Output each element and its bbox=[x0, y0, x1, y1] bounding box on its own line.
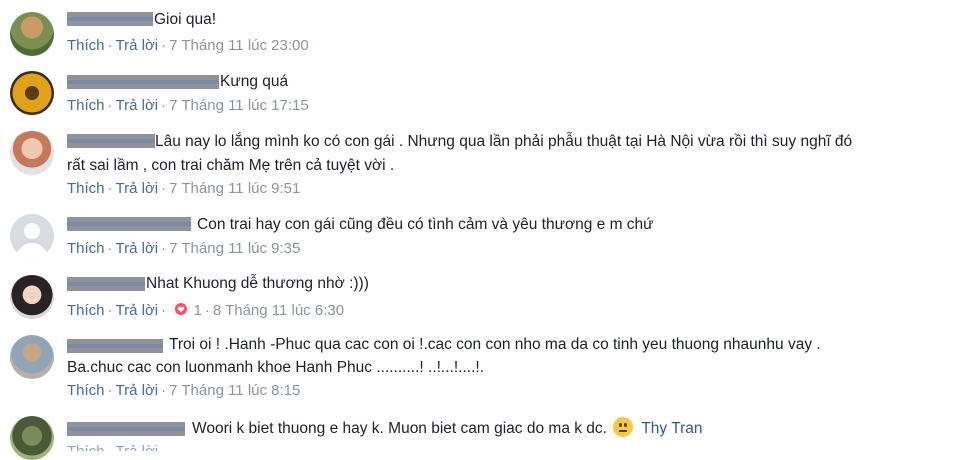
default-avatar-icon bbox=[16, 223, 48, 258]
avatar[interactable] bbox=[10, 214, 54, 258]
comment-text: rất sai lầm , con trai chăm Mẹ trên cả t… bbox=[67, 157, 395, 174]
comment-timestamp[interactable]: 7 Tháng 11 lúc 8:15 bbox=[169, 382, 300, 399]
like-link[interactable]: Thích bbox=[67, 37, 105, 54]
comment-text: Gioi qua! bbox=[154, 11, 217, 28]
reply-link[interactable]: Trả lời bbox=[116, 37, 159, 54]
like-link[interactable]: Thích bbox=[67, 180, 105, 197]
reply-link[interactable]: Trả lời bbox=[116, 240, 159, 257]
love-reaction-icon[interactable] bbox=[173, 301, 190, 317]
commenter-name[interactable] bbox=[67, 339, 163, 353]
tagged-user-link[interactable]: Thy Tran bbox=[641, 420, 702, 437]
like-link[interactable]: Thích bbox=[67, 443, 105, 451]
comment-text: Woori k biet thuong e hay k. Muon biet c… bbox=[192, 417, 703, 440]
comment-actions: Thích · Trả lời · 7 Tháng 11 lúc 23:00 bbox=[67, 37, 309, 54]
comment-timestamp[interactable]: 7 Tháng 11 lúc 17:15 bbox=[169, 97, 309, 114]
avatar[interactable] bbox=[10, 131, 54, 175]
comment-actions: Thích·Trả lời bbox=[67, 443, 158, 451]
avatar[interactable] bbox=[10, 71, 54, 115]
reply-link[interactable]: Trả lời bbox=[116, 382, 159, 399]
like-link[interactable]: Thích bbox=[67, 382, 105, 399]
comment-text: Ba.chuc cac con luonmanh khoe Hanh Phuc … bbox=[67, 359, 484, 376]
comment-text: Lâu nay lo lắng mình ko có con gái . Như… bbox=[155, 133, 853, 150]
avatar[interactable] bbox=[10, 275, 54, 319]
comment-timestamp[interactable]: 7 Tháng 11 lúc 9:51 bbox=[169, 180, 300, 197]
comment-actions: Thích · Trả lời · 7 Tháng 11 lúc 17:15 bbox=[67, 97, 309, 114]
reply-link[interactable]: Trả lời bbox=[116, 180, 159, 197]
like-link[interactable]: Thích bbox=[67, 97, 105, 114]
comment-actions: Thích · Trả lời · 7 Tháng 11 lúc 8:15 bbox=[67, 382, 301, 399]
avatar[interactable] bbox=[10, 335, 54, 379]
reply-link[interactable]: Trả lời bbox=[116, 97, 159, 114]
comment-body: Woori k biet thuong e hay k. Muon biet c… bbox=[192, 420, 607, 437]
commenter-name[interactable] bbox=[67, 12, 153, 26]
comment-text: Con trai hay con gái cũng đều có tình cả… bbox=[197, 216, 654, 233]
like-link[interactable]: Thích bbox=[67, 240, 105, 257]
comment-text: Kưng quá bbox=[220, 73, 289, 90]
like-link[interactable]: Thích bbox=[67, 302, 105, 319]
comment-actions: Thích · Trả lời · 7 Tháng 11 lúc 9:51 bbox=[67, 180, 301, 197]
reply-link[interactable]: Trả lời bbox=[116, 302, 159, 319]
commenter-name[interactable] bbox=[67, 75, 219, 89]
comment-actions: Thích · Trả lời · 7 Tháng 11 lúc 9:35 bbox=[67, 240, 301, 257]
commenter-name[interactable] bbox=[67, 277, 145, 291]
comment-timestamp[interactable]: 7 Tháng 11 lúc 9:35 bbox=[169, 240, 300, 257]
comment-text: Troi oi ! .Hanh -Phuc qua cac con oi !.c… bbox=[169, 336, 821, 353]
commenter-name[interactable] bbox=[67, 422, 185, 436]
comment-timestamp[interactable]: 7 Tháng 11 lúc 23:00 bbox=[169, 37, 309, 54]
commenter-name[interactable] bbox=[67, 217, 191, 231]
comment-actions: Thích · Trả lời · 1 · 8 Tháng 11 lúc 6:30 bbox=[67, 301, 345, 319]
reply-link[interactable]: Trả lời bbox=[116, 443, 159, 451]
commenter-name[interactable] bbox=[67, 134, 155, 148]
avatar[interactable] bbox=[10, 416, 54, 460]
comment-timestamp[interactable]: 8 Tháng 11 lúc 6:30 bbox=[213, 302, 344, 319]
neutral-face-emoji-icon bbox=[613, 417, 634, 437]
avatar[interactable] bbox=[10, 12, 54, 56]
comment-text: Nhat Khuong dễ thương nhờ :))) bbox=[146, 275, 369, 292]
reaction-count[interactable]: 1 bbox=[193, 302, 201, 319]
